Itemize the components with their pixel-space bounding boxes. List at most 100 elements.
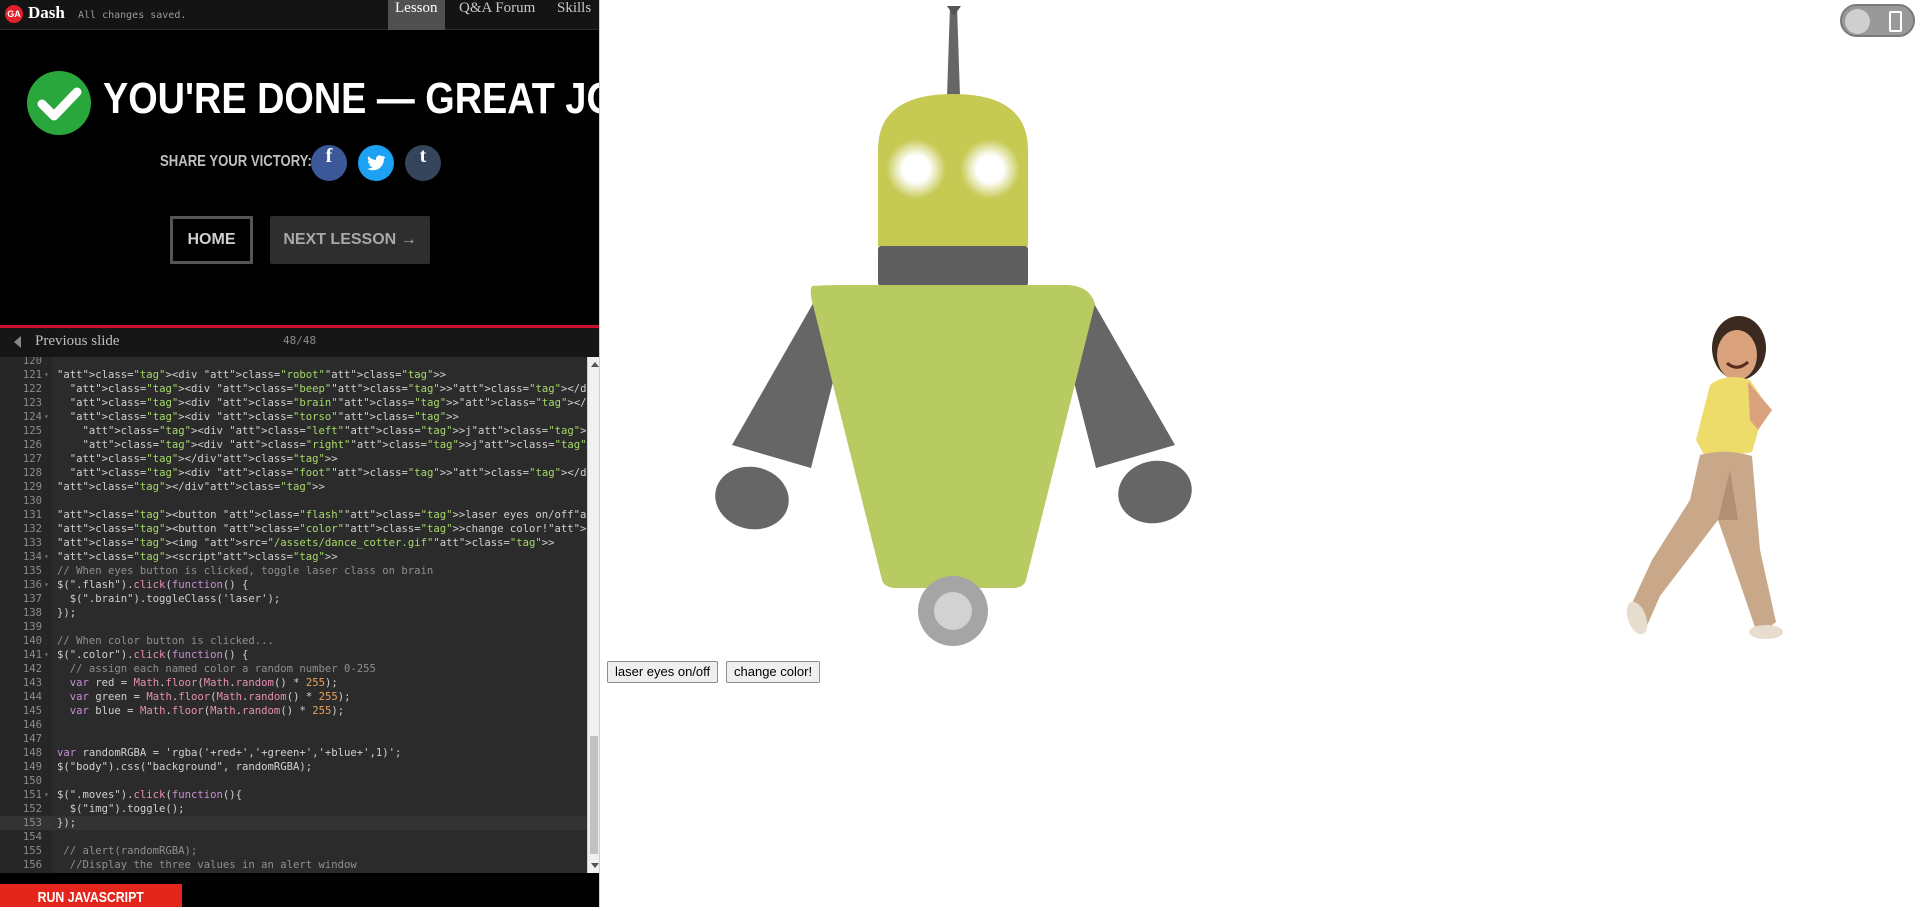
code-line[interactable]: 153}); [0, 816, 587, 830]
code-line[interactable]: 140 // When color button is clicked... [0, 634, 587, 648]
code-line[interactable]: 124 ▾ "att">class="tag"><div "att">class=… [0, 410, 587, 424]
line-number: 130 [22, 495, 42, 507]
code-line[interactable]: 121 ▾ "att">class="tag"><div "att">class="… [0, 368, 587, 382]
next-lesson-button[interactable]: NEXT LESSON → [270, 216, 430, 264]
line-number: 153 [22, 817, 42, 829]
code-text: $(".color").click(function() { [57, 649, 249, 661]
line-number: 151 [22, 789, 42, 801]
code-line[interactable]: 132 "att">class="tag"><button "att">class… [0, 522, 600, 536]
robot-torso [810, 285, 1095, 588]
brand-name[interactable]: Dash [28, 3, 65, 23]
laser-eyes-button[interactable]: laser eyes on/off [607, 661, 719, 683]
tumblr-icon[interactable]: t [405, 145, 441, 181]
code-text: "att">class="tag"><button "att">class="c… [57, 523, 600, 535]
code-line[interactable]: 136 ▾ $(".flash").click(function() { [0, 578, 587, 592]
code-line[interactable]: 120 [0, 357, 587, 368]
fold-arrow-icon[interactable]: ▾ [44, 410, 49, 424]
line-number: 122 [22, 383, 42, 395]
code-line[interactable]: 138}); [0, 606, 587, 620]
code-text: "att">class="tag"></div"att">class="tag"… [57, 481, 325, 493]
scrollbar-thumb[interactable] [590, 736, 598, 854]
tab-qa-forum[interactable]: Q&A Forum [452, 0, 542, 30]
tab-lesson[interactable]: Lesson [388, 0, 445, 30]
code-line[interactable]: 143 var red = Math.floor(Math.random() *… [0, 676, 587, 690]
fold-arrow-icon[interactable]: ▾ [44, 368, 49, 382]
mobile-preview-toggle[interactable] [1840, 4, 1915, 37]
code-text: "att">class="tag"><img "att">src="/asset… [57, 537, 555, 549]
code-text: "att">class="tag"></div"att">class="tag"… [69, 453, 338, 465]
line-number: 131 [22, 509, 42, 521]
twitter-icon[interactable] [358, 145, 394, 181]
checkmark-icon [27, 71, 91, 135]
code-text: }); [57, 607, 77, 619]
code-line[interactable]: 145 var blue = Math.floor(Math.random() … [0, 704, 587, 718]
code-text: }); [57, 817, 77, 829]
code-line[interactable]: 129 "att">class="tag"></div"att">class="t… [0, 480, 587, 494]
code-line[interactable]: 142 // assign each named color a random … [0, 662, 587, 676]
fold-arrow-icon[interactable]: ▾ [44, 788, 49, 802]
line-number: 152 [22, 803, 42, 815]
line-number: 140 [22, 635, 42, 647]
share-label: SHARE YOUR VICTORY: [160, 153, 312, 170]
code-line[interactable]: 154 [0, 830, 587, 844]
code-line[interactable]: 149 $("body").css("background", randomRGB… [0, 760, 587, 774]
line-number: 149 [22, 761, 42, 773]
line-number: 133 [22, 537, 42, 549]
code-line[interactable]: 155 // alert(randomRGBA); [0, 844, 587, 858]
chevron-left-icon[interactable] [14, 336, 21, 348]
line-number: 137 [22, 593, 42, 605]
code-line[interactable]: 139 [0, 620, 587, 634]
code-line[interactable]: 148 var randomRGBA = 'rgba('+red+','+gree… [0, 746, 587, 760]
run-javascript-button[interactable]: RUN JAVASCRIPT [0, 884, 182, 907]
code-line[interactable]: 151 ▾ $(".moves").click(function(){ [0, 788, 587, 802]
fold-arrow-icon[interactable]: ▾ [44, 648, 49, 662]
line-number: 132 [22, 523, 42, 535]
code-line[interactable]: 125 "att">class="tag"><div "att">class="… [0, 424, 600, 438]
code-line[interactable]: 128 "att">class="tag"><div "att">class="… [0, 466, 600, 480]
code-line[interactable]: 135 // When eyes button is clicked, toggl… [0, 564, 587, 578]
change-color-button[interactable]: change color! [726, 661, 821, 683]
code-line[interactable]: 130 [0, 494, 587, 508]
scroll-up-icon[interactable] [591, 362, 599, 367]
robot-right-eye [960, 139, 1020, 199]
code-text: $("body").css("background", randomRGBA); [57, 761, 313, 773]
line-number: 123 [22, 397, 42, 409]
ga-logo[interactable]: GA [5, 5, 23, 23]
toggle-knob[interactable] [1845, 9, 1870, 34]
code-line[interactable]: 146 [0, 718, 587, 732]
fold-arrow-icon[interactable]: ▾ [44, 578, 49, 592]
tab-skills[interactable]: Skills [550, 0, 598, 30]
code-line[interactable]: 122 "att">class="tag"><div "att">class="… [0, 382, 600, 396]
code-line[interactable]: 137 $(".brain").toggleClass('laser'); [0, 592, 587, 606]
code-line[interactable]: 133 "att">class="tag"><img "att">src="/as… [0, 536, 587, 550]
code-line[interactable]: 152 $("img").toggle(); [0, 802, 587, 816]
line-number: 155 [22, 845, 42, 857]
code-text: "att">class="tag"><script"att">class="ta… [57, 551, 338, 563]
code-text: var randomRGBA = 'rgba('+red+','+green+'… [57, 747, 402, 759]
code-line[interactable]: 131 "att">class="tag"><button "att">class… [0, 508, 600, 522]
scroll-down-icon[interactable] [591, 863, 599, 868]
code-line[interactable]: 134 ▾ "att">class="tag"><script"att">class… [0, 550, 587, 564]
line-number: 144 [22, 691, 42, 703]
code-line[interactable]: 144 var green = Math.floor(Math.random()… [0, 690, 587, 704]
facebook-icon[interactable]: f [311, 145, 347, 181]
code-text: var green = Math.floor(Math.random() * 2… [69, 691, 351, 703]
code-text: "att">class="tag"><button "att">class="f… [57, 509, 600, 521]
robot [715, 6, 1192, 646]
code-editor[interactable]: 120 121 ▾ "att">class="tag"><div "att">clas… [0, 357, 600, 873]
code-line[interactable]: 150 [0, 774, 587, 788]
fold-arrow-icon[interactable]: ▾ [44, 550, 49, 564]
code-line[interactable]: 156 //Display the three values in an ale… [0, 858, 587, 872]
line-number: 147 [22, 733, 42, 745]
code-line[interactable]: 147 [0, 732, 587, 746]
previous-slide-link[interactable]: Previous slide [35, 333, 120, 350]
home-button[interactable]: HOME [170, 216, 253, 264]
code-line[interactable]: 126 "att">class="tag"><div "att">class="… [0, 438, 600, 452]
save-status: All changes saved. [78, 10, 187, 21]
code-text: "att">class="tag"><div "att">class="righ… [82, 439, 600, 451]
code-text: // When color button is clicked... [57, 635, 274, 647]
slide-counter: 48/48 [283, 334, 317, 347]
code-line[interactable]: 141 ▾ $(".color").click(function() { [0, 648, 587, 662]
code-line[interactable]: 123 "att">class="tag"><div "att">class="… [0, 396, 600, 410]
code-line[interactable]: 127 "att">class="tag"></div"att">class="… [0, 452, 587, 466]
